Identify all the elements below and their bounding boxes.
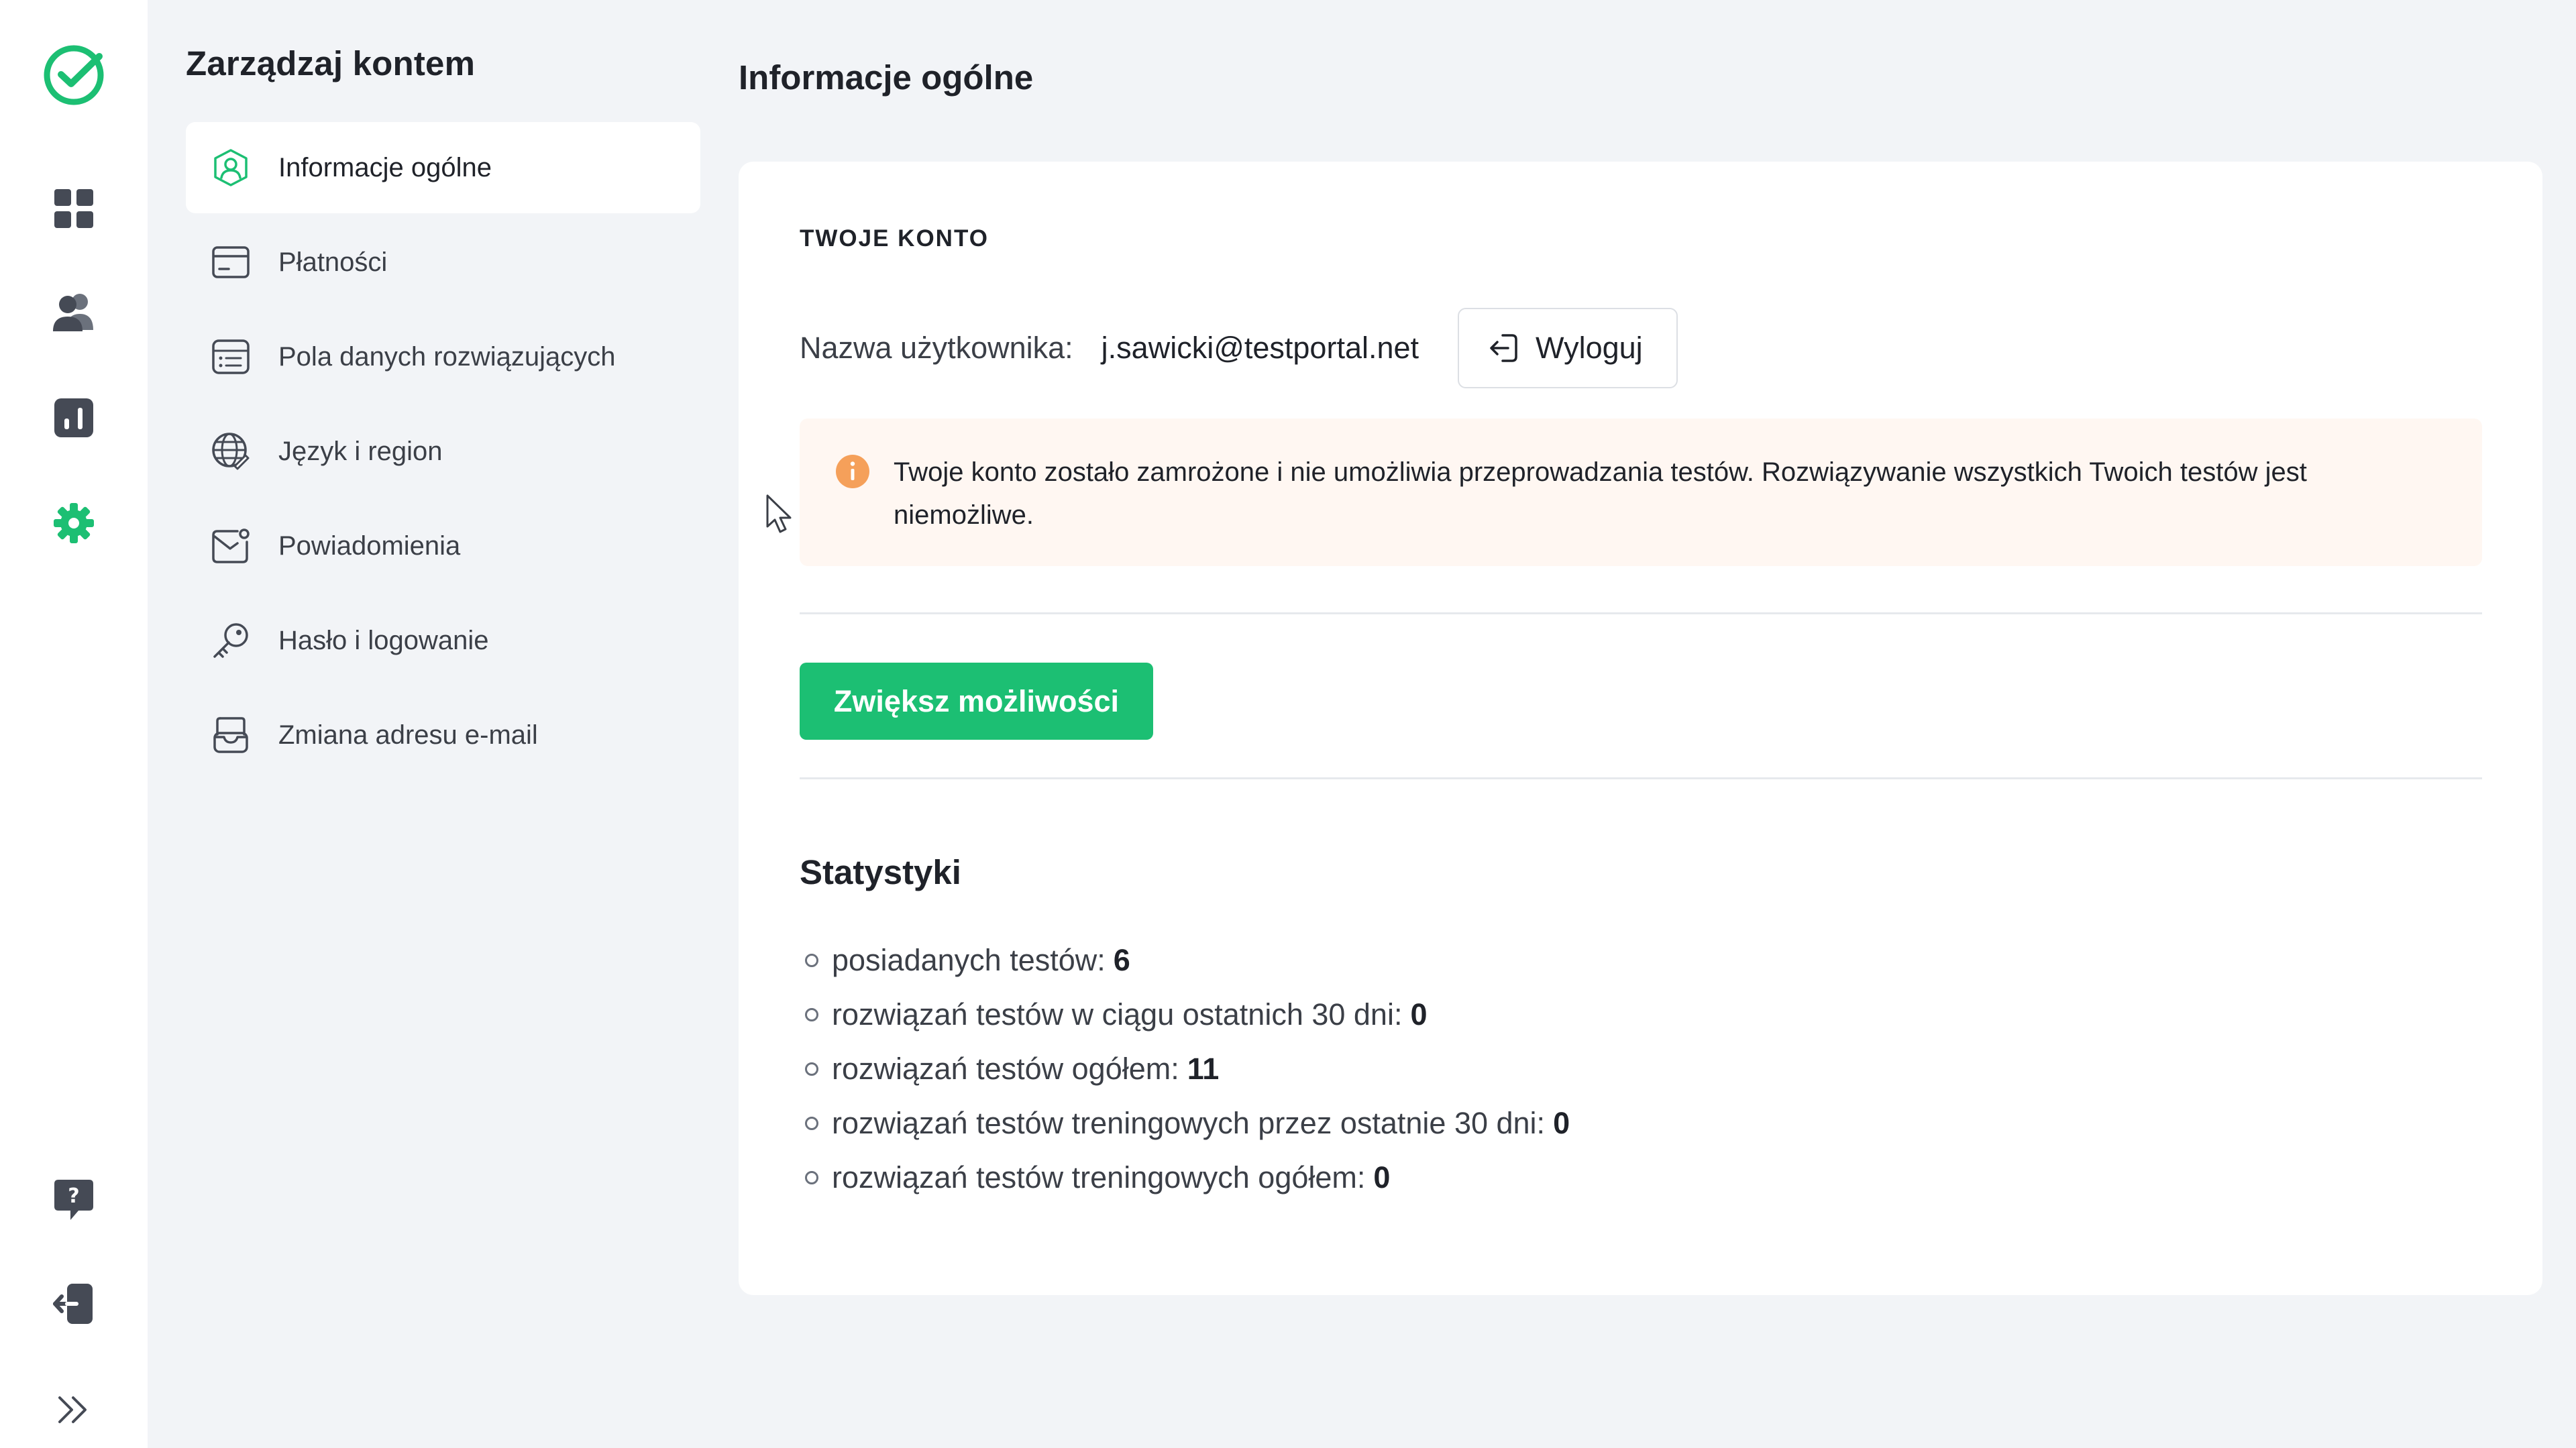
upgrade-button[interactable]: Zwiększ możliwości <box>800 663 1153 740</box>
username-label: Nazwa użytkownika: <box>800 331 1073 365</box>
username-value: j.sawicki@testportal.net <box>1101 331 1419 365</box>
menu-item-label: Płatności <box>278 247 388 277</box>
frozen-account-alert: Twoje konto zostało zamrożone i nie umoż… <box>800 419 2482 566</box>
stat-label: posiadanych testów: <box>832 942 1106 977</box>
menu-item-label: Powiadomienia <box>278 531 461 561</box>
divider <box>800 612 2482 614</box>
menu-item-payments[interactable]: Płatności <box>186 217 700 308</box>
inbox-icon <box>210 714 252 756</box>
stat-label: rozwiązań testów ogółem: <box>832 1051 1179 1086</box>
svg-text:?: ? <box>68 1184 79 1208</box>
bullet-icon <box>805 1007 818 1021</box>
globe-icon <box>210 431 252 472</box>
help-bubble-icon[interactable]: ? <box>53 1178 95 1223</box>
gear-icon[interactable] <box>52 502 95 545</box>
notification-mail-icon <box>210 525 252 567</box>
logo-check-icon[interactable] <box>40 42 107 109</box>
dashboard-grid-icon[interactable] <box>53 188 95 229</box>
key-icon <box>210 620 252 661</box>
divider <box>800 777 2482 779</box>
sign-out-icon[interactable] <box>52 1282 95 1325</box>
menu-item-general-info[interactable]: Informacje ogólne <box>186 122 700 213</box>
stats-list: posiadanych testów: 6 rozwiązań testów w… <box>800 933 1570 1205</box>
menu-item-notifications[interactable]: Powiadomienia <box>186 500 700 592</box>
stat-item: rozwiązań testów treningowych ogółem: 0 <box>800 1150 1570 1205</box>
menu-item-language-region[interactable]: Język i region <box>186 406 700 497</box>
bar-chart-icon[interactable] <box>53 397 95 439</box>
menu-title: Zarządzaj kontem <box>186 44 476 82</box>
menu-item-solver-data-fields[interactable]: Pola danych rozwiązujących <box>186 311 700 402</box>
alert-text: Twoje konto zostało zamrożone i nie umoż… <box>894 457 2307 530</box>
stat-item: rozwiązań testów w ciągu ostatnich 30 dn… <box>800 987 1570 1042</box>
stat-value: 0 <box>1373 1160 1391 1194</box>
data-fields-icon <box>210 336 252 378</box>
menu-item-label: Pola danych rozwiązujących <box>278 341 616 372</box>
expand-chevrons-icon[interactable] <box>57 1395 91 1425</box>
account-card: TWOJE KONTO Nazwa użytkownika: j.sawicki… <box>739 162 2542 1295</box>
stat-value: 0 <box>1410 997 1428 1032</box>
main-content: Informacje ogólne TWOJE KONTO Nazwa użyt… <box>736 0 2576 1448</box>
menu-item-label: Informacje ogólne <box>278 152 492 182</box>
user-badge-icon <box>210 147 252 188</box>
section-label: TWOJE KONTO <box>800 225 989 252</box>
icon-rail: ? <box>0 0 148 1448</box>
stat-value: 0 <box>1553 1105 1570 1140</box>
bullet-icon <box>805 1116 818 1130</box>
credit-card-icon <box>210 241 252 283</box>
menu-item-label: Język i region <box>278 436 443 466</box>
stat-value: 6 <box>1113 942 1130 977</box>
menu-item-label: Hasło i logowanie <box>278 625 489 655</box>
bullet-icon <box>805 1062 818 1076</box>
logout-icon <box>1486 331 1521 366</box>
stats-title: Statystyki <box>800 853 961 891</box>
logout-label: Wyloguj <box>1536 331 1643 365</box>
menu-item-password-login[interactable]: Hasło i logowanie <box>186 595 700 686</box>
stat-label: rozwiązań testów treningowych przez osta… <box>832 1105 1546 1140</box>
menu-item-label: Zmiana adresu e-mail <box>278 720 538 750</box>
mouse-cursor-icon <box>765 493 794 539</box>
stat-label: rozwiązań testów treningowych ogółem: <box>832 1160 1366 1194</box>
account-menu: Zarządzaj kontem Informacje ogólne Płatn… <box>148 0 736 1448</box>
users-icon[interactable] <box>52 291 96 333</box>
bullet-icon <box>805 953 818 967</box>
page-title: Informacje ogólne <box>739 58 1034 97</box>
stat-item: posiadanych testów: 6 <box>800 933 1570 987</box>
logout-button[interactable]: Wyloguj <box>1458 308 1678 388</box>
stat-item: rozwiązań testów ogółem: 11 <box>800 1042 1570 1096</box>
menu-item-change-email[interactable]: Zmiana adresu e-mail <box>186 689 700 781</box>
bullet-icon <box>805 1170 818 1184</box>
username-row: Nazwa użytkownika: j.sawicki@testportal.… <box>800 308 1678 388</box>
stat-label: rozwiązań testów w ciągu ostatnich 30 dn… <box>832 997 1403 1032</box>
info-icon <box>835 453 871 490</box>
stat-item: rozwiązań testów treningowych przez osta… <box>800 1096 1570 1150</box>
stat-value: 11 <box>1187 1051 1220 1086</box>
app-window: ? Zarządzaj kontem Informacje ogólne Pła… <box>0 0 2576 1448</box>
